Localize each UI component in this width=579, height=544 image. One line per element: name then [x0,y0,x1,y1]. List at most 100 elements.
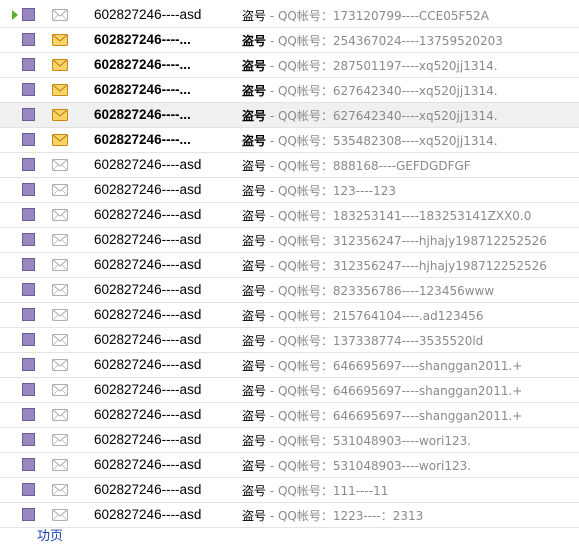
subject[interactable]: 盗号 - QQ帐号：627642340----xq520jj1314. [242,107,498,124]
subject-separator: - [266,384,278,398]
subject[interactable]: 盗号 - QQ帐号：215764104----.ad123456 [242,307,484,324]
row-checkbox[interactable] [22,83,35,96]
subject[interactable]: 盗号 - QQ帐号：287501197----xq520jj1314. [242,57,498,74]
sender[interactable]: 602827246----asd [94,357,201,372]
subject[interactable]: 盗号 - QQ帐号：254367024----13759520203 [242,32,503,49]
sender[interactable]: 602827246----asd [94,257,201,272]
subject[interactable]: 盗号 - QQ帐号：173120799----CCE05F52A [242,7,489,24]
preview-text: QQ帐号：254367024----13759520203 [277,34,503,48]
sender[interactable]: 602827246----asd [94,157,201,172]
mail-row[interactable]: 602827246----asd 盗号 - QQ帐号：646695697----s… [0,403,579,428]
subject-separator: - [266,459,278,473]
sender[interactable]: 602827246----asd [94,7,201,22]
sender[interactable]: 602827246----asd [94,507,201,522]
row-checkbox[interactable] [22,233,35,246]
mail-row[interactable]: 602827246----... 盗号 - QQ帐号：535482308----x… [0,128,579,153]
sender[interactable]: 602827246----... [94,57,191,72]
sender[interactable]: 602827246----asd [94,382,201,397]
row-checkbox[interactable] [22,383,35,396]
subject[interactable]: 盗号 - QQ帐号：627642340----xq520jj1314. [242,82,498,99]
mail-row[interactable]: 602827246----asd 盗号 - QQ帐号：312356247----h… [0,228,579,253]
row-checkbox[interactable] [22,408,35,421]
sender[interactable]: 602827246----asd [94,232,201,247]
row-checkbox[interactable] [22,33,35,46]
row-checkbox[interactable] [22,133,35,146]
row-checkbox[interactable] [22,158,35,171]
subject[interactable]: 盗号 - QQ帐号：646695697----shanggan2011.+ [242,382,522,399]
subject[interactable]: 盗号 - QQ帐号：111----11 [242,482,388,499]
sender[interactable]: 602827246----asd [94,457,201,472]
row-checkbox[interactable] [22,8,35,21]
subject-tag: 盗号 [242,259,267,273]
subject[interactable]: 盗号 - QQ帐号：137338774----3535520ld [242,332,483,349]
subject-tag: 盗号 [242,59,267,73]
subject-separator: - [266,184,278,198]
subject[interactable]: 盗号 - QQ帐号：531048903----wori123. [242,432,471,449]
mail-row[interactable]: 602827246----asd 盗号 - QQ帐号：312356247----h… [0,253,579,278]
mail-row[interactable]: 602827246----asd 盗号 - QQ帐号：173120799----C… [0,3,579,28]
sender[interactable]: 602827246----asd [94,282,201,297]
row-checkbox[interactable] [22,308,35,321]
subject[interactable]: 盗号 - QQ帐号：123----123 [242,182,396,199]
sender[interactable]: 602827246----asd [94,482,201,497]
subject[interactable]: 盗号 - QQ帐号：888168----GEFDGDFGF [242,157,471,174]
mail-row[interactable]: 602827246----asd 盗号 - QQ帐号：215764104----.… [0,303,579,328]
row-checkbox[interactable] [22,508,35,521]
mail-row[interactable]: 602827246----... 盗号 - QQ帐号：287501197----x… [0,53,579,78]
subject[interactable]: 盗号 - QQ帐号：823356786----123456www [242,282,494,299]
subject[interactable]: 盗号 - QQ帐号：535482308----xq520jj1314. [242,132,498,149]
mail-row[interactable]: 602827246----asd 盗号 - QQ帐号：531048903----w… [0,453,579,478]
mail-row[interactable]: 602827246----asd 盗号 - QQ帐号：531048903----w… [0,428,579,453]
subject[interactable]: 盗号 - QQ帐号：646695697----shanggan2011.+ [242,357,522,374]
subject[interactable]: 盗号 - QQ帐号：312356247----hjhajy19871225252… [242,257,547,274]
mail-row[interactable]: 602827246----asd 盗号 - QQ帐号：183253141----1… [0,203,579,228]
subject-tag: 盗号 [242,134,267,148]
envelope-read-icon [52,234,68,246]
row-checkbox[interactable] [22,283,35,296]
footer-link[interactable]: 功页 [37,530,63,544]
subject-separator: - [266,359,278,373]
sender[interactable]: 602827246----asd [94,407,201,422]
preview-text: QQ帐号：111----11 [277,484,389,498]
mail-row[interactable]: 602827246----asd 盗号 - QQ帐号：888168----GEFD… [0,153,579,178]
mail-row[interactable]: 602827246----asd 盗号 - QQ帐号：1223----：2313 [0,503,579,528]
mail-row[interactable]: 602827246----... 盗号 - QQ帐号：254367024----1… [0,28,579,53]
preview-text: QQ帐号：531048903----wori123. [277,459,472,473]
row-checkbox[interactable] [22,458,35,471]
mail-row[interactable]: 602827246----asd 盗号 - QQ帐号：646695697----s… [0,378,579,403]
row-checkbox[interactable] [22,258,35,271]
preview-text: QQ帐号：183253141----183253141ZXX0.0 [277,209,532,223]
mail-row[interactable]: 602827246----asd 盗号 - QQ帐号：137338774----3… [0,328,579,353]
subject[interactable]: 盗号 - QQ帐号：646695697----shanggan2011.+ [242,407,522,424]
row-checkbox[interactable] [22,483,35,496]
mail-row[interactable]: 602827246----asd 盗号 - QQ帐号：111----11 [0,478,579,503]
subject-separator: - [266,159,278,173]
subject-separator: - [266,259,278,273]
sender[interactable]: 602827246----... [94,132,191,147]
mail-row[interactable]: 602827246----... 盗号 - QQ帐号：627642340----x… [0,103,579,128]
subject[interactable]: 盗号 - QQ帐号：531048903----wori123. [242,457,471,474]
row-checkbox[interactable] [22,183,35,196]
subject[interactable]: 盗号 - QQ帐号：1223----：2313 [242,507,423,524]
row-checkbox[interactable] [22,108,35,121]
sender[interactable]: 602827246----asd [94,182,201,197]
sender[interactable]: 602827246----... [94,32,191,47]
sender[interactable]: 602827246----asd [94,207,201,222]
mail-row[interactable]: 602827246----asd 盗号 - QQ帐号：823356786----1… [0,278,579,303]
mail-row[interactable]: 602827246----asd 盗号 - QQ帐号：646695697----s… [0,353,579,378]
row-checkbox[interactable] [22,433,35,446]
row-checkbox[interactable] [22,358,35,371]
mail-row[interactable]: 602827246----asd 盗号 - QQ帐号：123----123 [0,178,579,203]
mail-row[interactable]: 602827246----... 盗号 - QQ帐号：627642340----x… [0,78,579,103]
subject-tag: 盗号 [242,109,267,123]
sender[interactable]: 602827246----asd [94,332,201,347]
sender[interactable]: 602827246----... [94,107,191,122]
row-checkbox[interactable] [22,58,35,71]
sender[interactable]: 602827246----asd [94,307,201,322]
subject[interactable]: 盗号 - QQ帐号：312356247----hjhajy19871225252… [242,232,547,249]
sender[interactable]: 602827246----... [94,82,191,97]
sender[interactable]: 602827246----asd [94,432,201,447]
row-checkbox[interactable] [22,333,35,346]
subject[interactable]: 盗号 - QQ帐号：183253141----183253141ZXX0.0 [242,207,531,224]
row-checkbox[interactable] [22,208,35,221]
